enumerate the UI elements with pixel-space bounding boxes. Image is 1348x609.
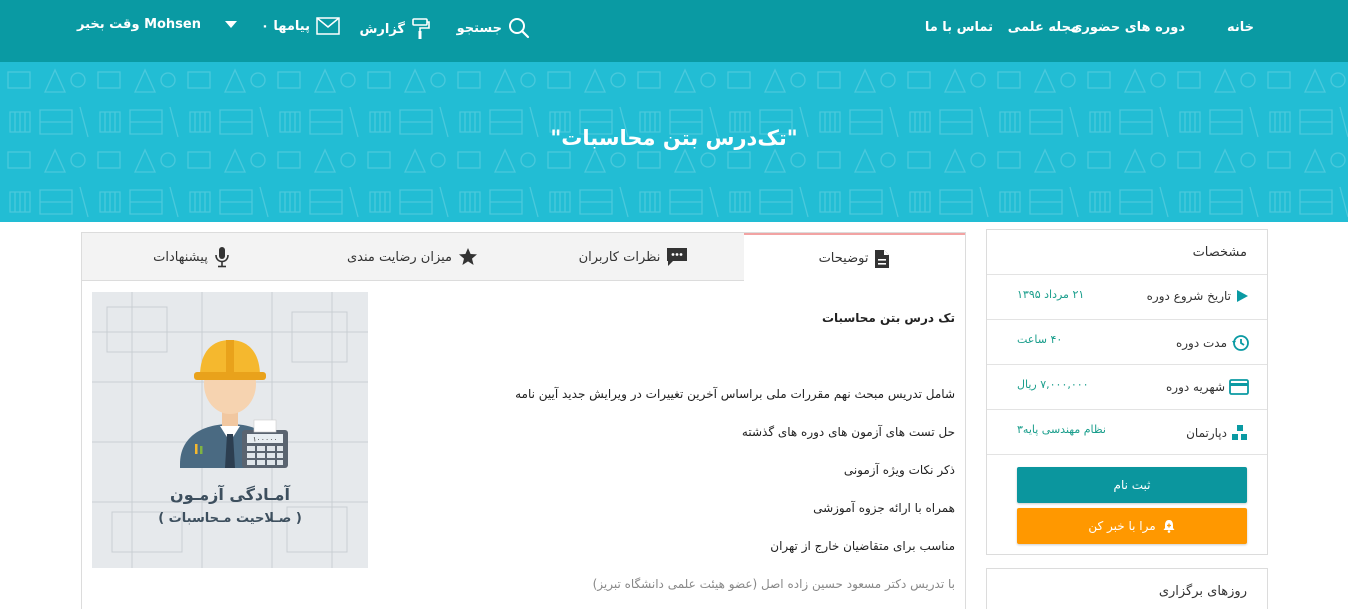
- description-line: حل تست های آزمون های دوره های گذشته: [741, 425, 955, 439]
- user-greeting[interactable]: Mohsen وقت بخیر: [77, 17, 201, 32]
- document-icon: [875, 249, 890, 268]
- report-button[interactable]: گزارش: [359, 17, 431, 41]
- messages-label: پیامها ۰: [260, 18, 310, 34]
- engineer-illustration: ۱۰۰۰۰۰ آمـادگی آزمـون ( صـلاحیت مـحاسبات…: [92, 292, 368, 568]
- specs-card: مشخصات تاریخ شروع دوره ۲۱ مرداد ۱۳۹۵ مدت…: [986, 229, 1268, 555]
- description-line: شامل تدریس مبحث نهم مقررات ملی براساس آخ…: [515, 387, 955, 401]
- course-image-title: آمـادگی آزمـون: [170, 484, 290, 504]
- search-label: جستجو: [456, 20, 502, 36]
- tab-satisfaction[interactable]: میزان رضایت مندی: [302, 233, 523, 281]
- details-tabs: توضیحات نظرات کاربران میزان رضایت مندی پ…: [81, 233, 965, 282]
- caret-down-icon: [225, 21, 237, 28]
- nav-contact-link[interactable]: تماس با ما: [925, 20, 993, 35]
- search-icon: [509, 18, 530, 39]
- spec-duration: مدت دوره ۴۰ ساعت: [987, 320, 1267, 365]
- cubes-icon: [1232, 425, 1247, 440]
- calculator-display: ۱۰۰۰۰۰: [252, 436, 277, 444]
- nav-courses-link[interactable]: دوره های حضوری: [1071, 20, 1186, 35]
- spec-start-date-value: ۲۱ مرداد ۱۳۹۵: [1017, 288, 1085, 301]
- paint-roller-icon: [412, 18, 430, 39]
- register-button[interactable]: ثبت نام: [1017, 467, 1247, 503]
- messages-button[interactable]: پیامها ۰: [261, 17, 340, 35]
- spec-start-date-label: تاریخ شروع دوره: [1146, 289, 1231, 303]
- register-button-label: ثبت نام: [1113, 478, 1151, 492]
- tab-suggestions[interactable]: پیشنهادات: [81, 233, 302, 281]
- spec-tuition-value: ۷,۰۰۰,۰۰۰ ریال: [1017, 378, 1089, 391]
- tab-description[interactable]: توضیحات: [744, 233, 965, 282]
- report-label: گزارش: [359, 21, 405, 37]
- schedule-title: روزهای برگزاری: [1158, 584, 1247, 599]
- tab-user-comments-label: نظرات کاربران: [578, 249, 661, 265]
- course-image: ۱۰۰۰۰۰ آمـادگی آزمـون ( صـلاحیت مـحاسبات…: [92, 292, 368, 568]
- page-title: "تک‌درس بتن محاسبات": [550, 126, 798, 150]
- comment-icon: [667, 248, 688, 266]
- hero-banner: "تک‌درس بتن محاسبات": [0, 62, 1348, 222]
- spec-department: دپارتمان نظام مهندسی پایه۳: [987, 410, 1267, 455]
- course-details-card: توضیحات نظرات کاربران میزان رضایت مندی پ…: [81, 232, 966, 609]
- spec-duration-value: ۴۰ ساعت: [1017, 333, 1063, 346]
- spec-department-value: نظام مهندسی پایه۳: [1017, 423, 1106, 436]
- schedule-card: روزهای برگزاری: [986, 568, 1268, 609]
- bell-plus-icon: [1163, 520, 1175, 533]
- notify-me-button-label: مرا با خبر کن: [1088, 519, 1156, 533]
- envelope-icon: [316, 17, 340, 35]
- spec-duration-label: مدت دوره: [1175, 336, 1227, 350]
- history-icon: [1232, 335, 1249, 351]
- star-icon: [459, 248, 478, 265]
- description-line: همراه با ارائه جزوه آموزشی: [813, 501, 955, 515]
- tab-user-comments[interactable]: نظرات کاربران: [523, 233, 744, 281]
- play-icon: [1237, 290, 1248, 302]
- user-menu-toggle[interactable]: [225, 21, 237, 29]
- teacher-info: با تدریس دکتر مسعود حسین زاده اصل (عضو ه…: [592, 577, 955, 591]
- tab-suggestions-label: پیشنهادات: [153, 249, 208, 265]
- course-image-subtitle: ( صـلاحیت مـحاسبات ): [158, 511, 302, 526]
- notify-me-button[interactable]: مرا با خبر کن: [1017, 508, 1247, 544]
- search-button[interactable]: جستجو: [457, 17, 530, 39]
- user-greeting-label: Mohsen وقت بخیر: [77, 17, 201, 32]
- specs-title: مشخصات: [987, 230, 1267, 275]
- spec-tuition: شهریه دوره ۷,۰۰۰,۰۰۰ ریال: [987, 365, 1267, 410]
- spec-department-label: دپارتمان: [1186, 426, 1227, 440]
- spec-tuition-label: شهریه دوره: [1165, 380, 1225, 394]
- nav-journal-link[interactable]: مجله علمی: [1008, 20, 1079, 35]
- credit-card-icon: [1229, 379, 1249, 395]
- description-heading: تک درس بتن محاسبات: [821, 311, 955, 325]
- description-line: ذکر نکات ویژه آزمونی: [843, 463, 955, 477]
- tab-description-label: توضیحات: [818, 251, 869, 266]
- microphone-icon: [215, 247, 229, 268]
- spec-start-date: تاریخ شروع دوره ۲۱ مرداد ۱۳۹۵: [987, 275, 1267, 320]
- top-navbar: خانه دوره های حضوری مجله علمی تماس با ما…: [0, 0, 1348, 62]
- description-line: مناسب برای متقاضیان خارج از تهران: [770, 539, 955, 553]
- tab-satisfaction-label: میزان رضایت مندی: [346, 249, 453, 265]
- nav-home-link[interactable]: خانه: [1227, 20, 1254, 35]
